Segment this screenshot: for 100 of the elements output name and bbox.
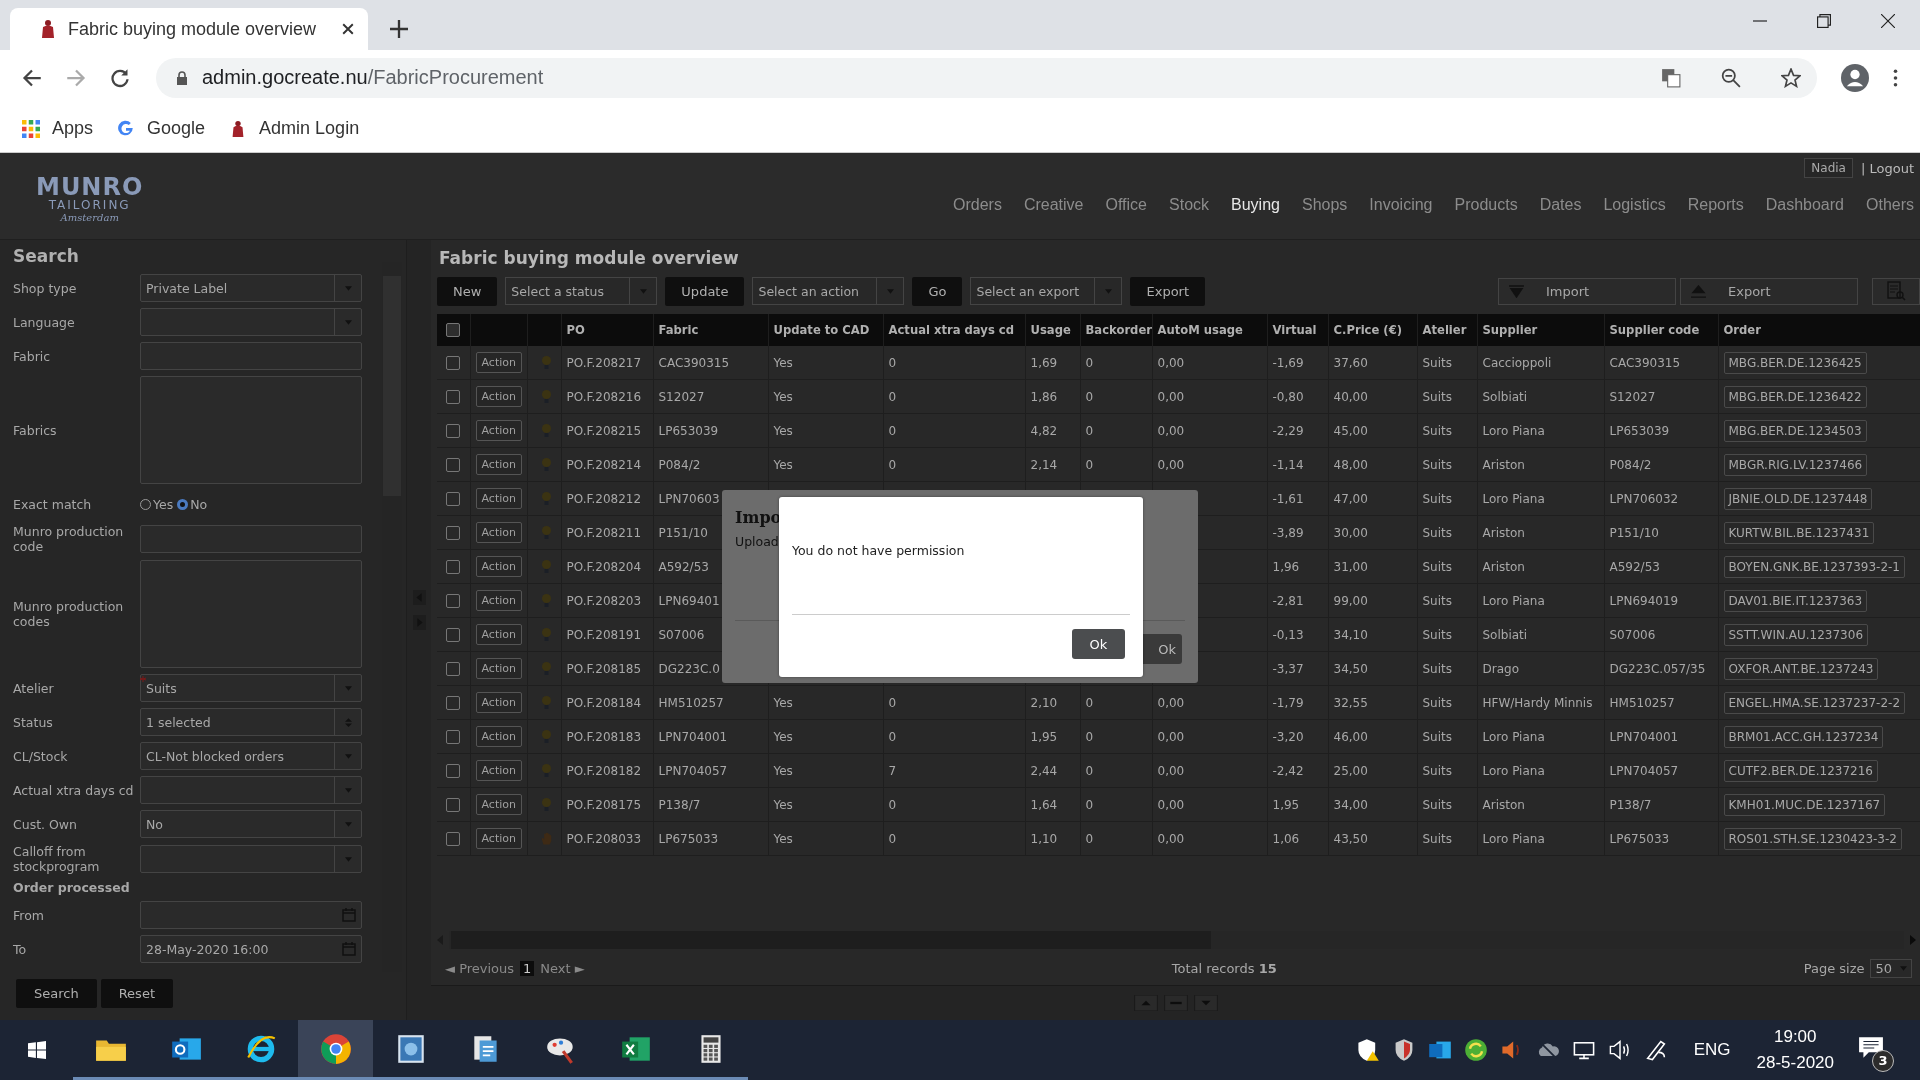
action-button[interactable]: Action xyxy=(475,794,522,815)
action-button[interactable]: Action xyxy=(475,692,522,713)
column-header[interactable]: AutoM usage xyxy=(1152,314,1267,346)
reload-icon[interactable] xyxy=(110,67,130,88)
close-icon[interactable] xyxy=(342,23,354,35)
order-link[interactable]: DAV01.BIE.IT.1237363 xyxy=(1723,589,1868,612)
checkbox[interactable] xyxy=(446,729,460,744)
nav-item[interactable]: Dates xyxy=(1528,196,1593,214)
action-button[interactable]: Action xyxy=(475,488,522,509)
checkbox[interactable] xyxy=(446,323,460,338)
report-search-button[interactable] xyxy=(1872,277,1920,305)
forward-icon[interactable] xyxy=(66,67,86,88)
order-link[interactable]: MBGR.RIG.LV.1237466 xyxy=(1723,453,1868,476)
toolbar-button[interactable]: New xyxy=(437,276,498,306)
checkbox[interactable] xyxy=(446,355,460,370)
action-button[interactable]: Action xyxy=(475,522,522,543)
nav-item[interactable]: Shops xyxy=(1290,196,1359,214)
date-field[interactable]: 28-May-2020 16:00 xyxy=(140,935,362,963)
order-link[interactable]: ENGEL.HMA.SE.1237237-2-2 xyxy=(1723,691,1905,714)
checkbox[interactable] xyxy=(446,695,460,710)
column-header[interactable]: Supplier code xyxy=(1604,314,1718,346)
toolbar-button[interactable]: Export xyxy=(1130,276,1206,306)
nav-item[interactable]: Office xyxy=(1094,196,1158,214)
action-button[interactable]: Action xyxy=(475,556,522,577)
nav-item[interactable]: Dashboard xyxy=(1754,196,1855,214)
column-header[interactable]: Supplier xyxy=(1477,314,1604,346)
text-field[interactable] xyxy=(140,342,362,370)
ok-button[interactable]: Ok xyxy=(1072,629,1125,659)
order-link[interactable]: ROS01.STH.SE.1230423-3-2 xyxy=(1723,827,1902,850)
nav-item[interactable]: Products xyxy=(1443,196,1529,214)
checkbox[interactable] xyxy=(446,559,460,574)
plus-icon[interactable] xyxy=(390,20,408,38)
checkbox[interactable] xyxy=(446,797,460,812)
next-link[interactable]: Next ► xyxy=(540,960,585,976)
select-field[interactable] xyxy=(140,308,362,336)
address-bar[interactable]: admin.gocreate.nu/FabricProcurement xyxy=(156,57,1817,98)
form-button[interactable]: Search xyxy=(16,979,97,1008)
checkbox[interactable] xyxy=(446,593,460,608)
order-link[interactable]: KURTW.BIL.BE.1237431 xyxy=(1723,521,1875,544)
order-link[interactable]: JBNIE.OLD.DE.1237448 xyxy=(1723,487,1873,510)
logout-link[interactable]: | Logout xyxy=(1860,160,1914,176)
order-link[interactable]: MBG.BER.DE.1234503 xyxy=(1723,419,1867,442)
zoom-out-icon[interactable] xyxy=(1721,67,1741,88)
select-field[interactable] xyxy=(140,845,362,873)
form-button[interactable]: Reset xyxy=(100,979,173,1008)
column-header[interactable]: C.Price (€) xyxy=(1328,314,1417,346)
order-link[interactable]: CUTF2.BER.DE.1237216 xyxy=(1723,759,1878,782)
order-link[interactable]: BOYEN.GNK.BE.1237393-2-1 xyxy=(1723,555,1905,578)
checkbox[interactable] xyxy=(446,423,460,438)
column-header[interactable]: Actual xtra days cd xyxy=(883,314,1025,346)
sync-icon[interactable] xyxy=(1463,1038,1488,1062)
nav-item[interactable]: Invoicing xyxy=(1358,196,1444,214)
volume-icon[interactable] xyxy=(1607,1038,1632,1062)
action-button[interactable]: Action xyxy=(475,352,522,373)
select-field[interactable] xyxy=(140,776,362,804)
date-field[interactable] xyxy=(140,901,362,929)
taskbar-app[interactable] xyxy=(298,1020,373,1080)
select-field[interactable]: Select an action xyxy=(752,277,905,305)
select-field[interactable]: No xyxy=(140,810,362,838)
column-header[interactable]: Order xyxy=(1718,314,1920,346)
bookmark[interactable]: Apps xyxy=(22,118,94,139)
shield-warning-icon[interactable] xyxy=(1355,1038,1380,1062)
action-button[interactable]: Action xyxy=(475,624,522,645)
page-size-select[interactable]: 50 xyxy=(1870,958,1912,978)
page-number[interactable]: 1 xyxy=(520,960,535,976)
action-button[interactable]: Action xyxy=(475,590,522,611)
order-link[interactable]: KMH01.MUC.DE.1237167 xyxy=(1723,793,1886,816)
select-field[interactable]: 1 selected xyxy=(140,708,362,736)
checkbox[interactable] xyxy=(446,627,460,642)
toolbar-button[interactable]: Update xyxy=(665,276,745,306)
action-button[interactable]: Action xyxy=(475,386,522,407)
nav-item[interactable]: Reports xyxy=(1676,196,1755,214)
action-button[interactable]: Action xyxy=(475,420,522,441)
radio-option[interactable]: Yes xyxy=(140,496,174,512)
nav-item[interactable]: Stock xyxy=(1158,196,1221,214)
select-field[interactable]: Suits xyxy=(140,674,362,702)
action-button[interactable]: Action xyxy=(475,828,522,849)
column-header[interactable]: Atelier xyxy=(1417,314,1477,346)
order-link[interactable]: MBG.BER.DE.1236425 xyxy=(1723,351,1867,374)
column-header[interactable]: Virtual xyxy=(1267,314,1328,346)
column-header[interactable]: PO xyxy=(561,314,653,346)
checkbox[interactable] xyxy=(446,491,460,506)
text-field[interactable] xyxy=(140,525,362,553)
select-field[interactable]: CL-Not blocked orders xyxy=(140,742,362,770)
browser-tab[interactable]: Fabric buying module overview xyxy=(10,8,368,50)
tool-button[interactable]: Import xyxy=(1498,277,1676,305)
nav-item[interactable]: Logistics xyxy=(1592,196,1677,214)
column-header[interactable]: Update to CAD xyxy=(768,314,883,346)
menu-icon[interactable] xyxy=(1893,68,1898,87)
toolbar-button[interactable]: Go xyxy=(912,276,963,306)
checkbox[interactable] xyxy=(446,525,460,540)
column-header[interactable]: Usage xyxy=(1025,314,1080,346)
action-button[interactable]: Action xyxy=(475,454,522,475)
tool-button[interactable]: Export xyxy=(1680,277,1858,305)
column-header[interactable]: Fabric xyxy=(653,314,768,346)
order-link[interactable]: OXFOR.ANT.BE.1237243 xyxy=(1723,657,1879,680)
checkbox[interactable] xyxy=(446,763,460,778)
profile-icon[interactable] xyxy=(1841,63,1869,92)
nav-item[interactable]: Others xyxy=(1855,196,1920,214)
column-header[interactable]: Backorder xyxy=(1080,314,1152,346)
